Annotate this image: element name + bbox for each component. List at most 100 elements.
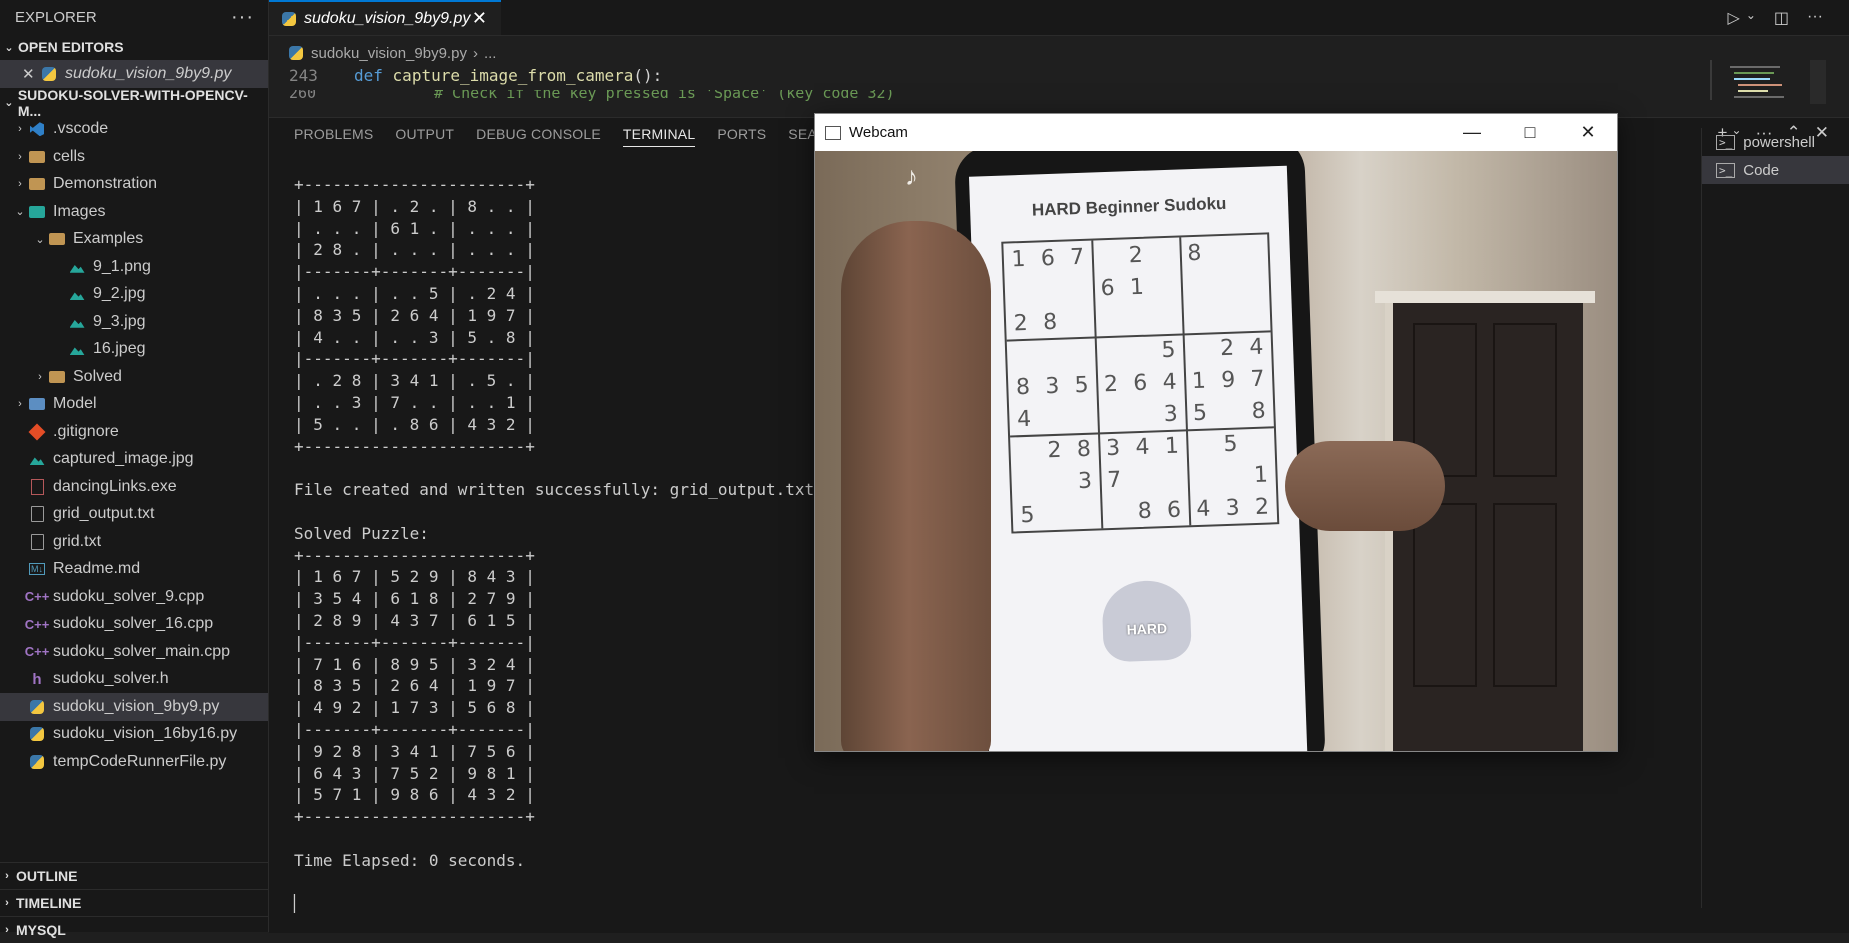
tree-item-label: sudoku_solver_16.cpp (53, 615, 214, 633)
mysql-section[interactable]: › MYSQL (0, 916, 268, 943)
tree-item[interactable]: 16.jpeg (0, 336, 268, 364)
line-number: 260 (289, 90, 317, 102)
sudoku-cell: 8 (1137, 498, 1153, 524)
more-actions-icon[interactable]: ··· (231, 6, 254, 29)
tree-item[interactable]: C++ sudoku_solver_9.cpp (0, 583, 268, 611)
tree-item[interactable]: ⌄ Images (0, 198, 268, 226)
tree-item-label: grid_output.txt (53, 505, 155, 523)
terminal-line: ▏ (294, 894, 304, 914)
tab-ports[interactable]: PORTS (717, 126, 766, 147)
sudoku-cell (1245, 426, 1275, 459)
tree-item[interactable]: 9_2.jpg (0, 281, 268, 309)
timeline-section[interactable]: › TIMELINE (0, 889, 268, 916)
webcam-titlebar[interactable]: Webcam — □ ✕ (815, 114, 1617, 151)
thumb (1285, 441, 1445, 531)
tree-item[interactable]: › cells (0, 143, 268, 171)
terminal-line: +-----------------------+ (294, 545, 535, 565)
terminal-line: | 9 2 8 | 3 4 1 | 7 5 6 | (294, 741, 535, 761)
more-actions-icon[interactable]: ··· (1807, 8, 1823, 28)
minimap[interactable] (1710, 60, 1830, 110)
tab-output[interactable]: OUTPUT (395, 126, 454, 147)
tree-item[interactable]: C++ sudoku_solver_16.cpp (0, 611, 268, 639)
sudoku-cell (1150, 237, 1180, 270)
tree-item-label: Solved (73, 367, 122, 385)
terminal-line: +-----------------------+ (294, 436, 535, 456)
chevron-down-icon[interactable]: ⌄ (1746, 8, 1756, 28)
tree-item[interactable]: sudoku_vision_16by16.py (0, 721, 268, 749)
open-editors-section[interactable]: ⌄ OPEN EDITORS (0, 34, 268, 60)
tree-item[interactable]: dancingLinks.exe (0, 473, 268, 501)
tree-item[interactable]: grid.txt (0, 528, 268, 556)
code-line-partial: 260 # Check if the key pressed is 'Space… (269, 90, 1709, 102)
python-file-icon (40, 66, 58, 82)
open-editor-item[interactable]: ✕ sudoku_vision_9by9.py (0, 60, 268, 88)
close-button[interactable]: ✕ (1559, 122, 1617, 143)
run-icon[interactable]: ▷ (1728, 8, 1740, 28)
tree-item[interactable]: M↓ Readme.md (0, 556, 268, 584)
code-line[interactable]: 243 def capture_image_from_camera(): (269, 66, 1709, 90)
markdown-file-icon: M↓ (29, 563, 45, 576)
tree-item-label: sudoku_solver_main.cpp (53, 642, 230, 660)
tab-debug-console[interactable]: DEBUG CONSOLE (476, 126, 601, 147)
tree-item[interactable]: C++ sudoku_solver_main.cpp (0, 638, 268, 666)
close-icon[interactable]: ✕ (472, 8, 487, 29)
webcam-window[interactable]: Webcam — □ ✕ ♪ HARD Beginner Sudoku 1672… (814, 113, 1618, 752)
tree-item[interactable]: h sudoku_solver.h (0, 666, 268, 694)
terminal-item-powershell[interactable]: >_ powershell (1702, 128, 1849, 156)
terminal-output[interactable]: +-----------------------+ | 1 6 7 | . 2 .… (294, 174, 814, 915)
split-editor-icon[interactable]: ◫ (1774, 8, 1789, 28)
tree-item[interactable]: › Solved (0, 363, 268, 391)
tree-item[interactable]: tempCodeRunnerFile.py (0, 748, 268, 776)
outline-section[interactable]: › OUTLINE (0, 862, 268, 889)
tree-item[interactable]: sudoku_vision_9by9.py (0, 693, 268, 721)
maximize-button[interactable]: □ (1501, 122, 1559, 143)
sudoku-cell: 6 (1040, 245, 1056, 271)
chevron-right-icon: › (18, 123, 22, 136)
sudoku-cell: 8 (1251, 398, 1267, 424)
sudoku-cell: 2 (1219, 335, 1235, 361)
door-trim (1375, 291, 1595, 303)
terminal-item-code[interactable]: >_ Code (1702, 156, 1849, 184)
mascot-label: HARD (1126, 620, 1168, 638)
terminal-line: | 4 . . | . . 3 | 5 . 8 | (294, 327, 535, 347)
close-icon[interactable]: ✕ (22, 65, 40, 83)
line-number: 243 (289, 66, 318, 85)
minimize-button[interactable]: — (1443, 122, 1501, 143)
sudoku-cell (1216, 459, 1246, 492)
tab-terminal[interactable]: TERMINAL (622, 126, 696, 147)
explorer-title: EXPLORER (15, 8, 97, 26)
project-section[interactable]: ⌄ SUDOKU-SOLVER-WITH-OPENCV-M... (0, 87, 268, 119)
cpp-file-icon: C++ (24, 589, 50, 605)
open-editors-label: OPEN EDITORS (18, 39, 124, 55)
tree-item[interactable]: 9_3.jpg (0, 308, 268, 336)
terminal-line: |-------+-------+-------| (294, 262, 535, 282)
sudoku-cell (1034, 274, 1064, 307)
sudoku-cell (1211, 299, 1241, 332)
sudoku-cell: 2 (1103, 371, 1119, 397)
tab-problems[interactable]: PROBLEMS (294, 126, 373, 147)
breadcrumb-file[interactable]: sudoku_vision_9by9.py (311, 45, 467, 62)
sudoku-cell: 6 (1132, 370, 1148, 396)
tree-item[interactable]: › Model (0, 391, 268, 419)
tree-item[interactable]: grid_output.txt (0, 501, 268, 529)
exe-file-icon (28, 478, 46, 495)
breadcrumb-more[interactable]: ... (484, 45, 497, 62)
folder-icon (28, 149, 46, 165)
terminal-line: | 5 . . | . 8 6 | 4 3 2 | (294, 414, 535, 434)
tree-item[interactable]: ⌄ Examples (0, 226, 268, 254)
tab-sudoku-vision[interactable]: sudoku_vision_9by9.py ✕ (269, 0, 501, 35)
tree-item[interactable]: .gitignore (0, 418, 268, 446)
sudoku-cell (1209, 235, 1239, 268)
outline-label: OUTLINE (16, 868, 78, 884)
tree-item[interactable]: › Demonstration (0, 171, 268, 199)
image-folder-icon (28, 204, 46, 220)
tree-item[interactable]: 9_1.png (0, 253, 268, 281)
terminal-line: | 8 3 5 | 2 6 4 | 1 9 7 | (294, 305, 535, 325)
terminal-line: | 2 8 9 | 4 3 7 | 6 1 5 | (294, 610, 535, 630)
python-file-icon (289, 46, 303, 60)
tree-item[interactable]: captured_image.jpg (0, 446, 268, 474)
terminal-line: +-----------------------+ (294, 175, 535, 194)
tree-item[interactable]: › .vscode (0, 116, 268, 144)
